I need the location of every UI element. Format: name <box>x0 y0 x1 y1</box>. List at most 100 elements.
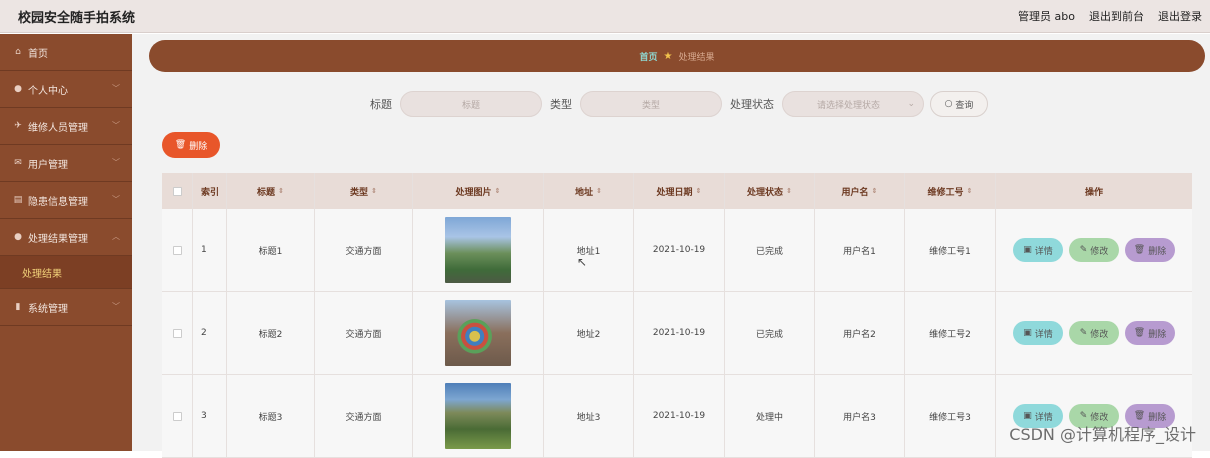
mouse-cursor-icon: ↖ <box>577 255 587 269</box>
admin-user-label: 管理员 abo <box>1018 8 1075 24</box>
trash-icon: 🗑 <box>1134 411 1145 421</box>
sidebar-item-system[interactable]: ▮系统管理﹀ <box>0 289 132 326</box>
trash-icon: 🗑 <box>1134 328 1145 338</box>
select-all-checkbox[interactable] <box>173 187 182 196</box>
sort-icon: ⇕ <box>872 187 878 195</box>
detail-icon: ▣ <box>1023 411 1032 421</box>
sidebar-item-hazards[interactable]: ▤隐患信息管理﹀ <box>0 182 132 219</box>
row-date: 2021-10-19 <box>634 292 725 374</box>
row-address: 地址1 <box>544 209 634 291</box>
search-icon: ○ <box>945 99 953 109</box>
main-content: 首页 ★ 处理结果 标题 标题 类型 类型 处理状态 请选择处理状态 ⌄ ○ 查… <box>132 34 1210 451</box>
chevron-down-icon: ﹀ <box>112 157 120 168</box>
header-index: 索引 <box>193 173 227 209</box>
top-nav: 管理员 abo 退出到前台 退出登录 <box>1018 8 1202 24</box>
row-user: 用户名3 <box>815 375 905 457</box>
sort-icon: ⇕ <box>278 187 284 195</box>
edit-icon: ✎ <box>1080 245 1088 255</box>
sort-icon: ⇕ <box>495 187 501 195</box>
breadcrumb: 首页 ★ 处理结果 <box>149 40 1205 72</box>
row-index: 1 <box>193 209 227 291</box>
table-row: 2 标题2 交通方面 地址2 2021-10-19 已完成 用户名2 维修工号2… <box>162 292 1192 375</box>
breadcrumb-home[interactable]: 首页 <box>640 50 658 63</box>
result-photo[interactable] <box>445 300 511 366</box>
edit-icon: ✎ <box>1080 411 1088 421</box>
header-status[interactable]: 处理状态⇕ <box>725 173 815 209</box>
sidebar: ⌂首页 ●个人中心﹀ ✈维修人员管理﹀ ✉用户管理﹀ ▤隐患信息管理﹀ ●处理结… <box>0 34 132 451</box>
search-bar: 标题 标题 类型 类型 处理状态 请选择处理状态 ⌄ ○ 查询 <box>368 91 988 117</box>
wrench-icon: ✈ <box>12 121 24 131</box>
document-icon: ▤ <box>12 195 24 205</box>
row-index: 3 <box>193 375 227 457</box>
chevron-down-icon: ﹀ <box>112 301 120 312</box>
header-date[interactable]: 处理日期⇕ <box>634 173 725 209</box>
status-select[interactable]: 请选择处理状态 ⌄ <box>782 91 924 117</box>
sort-icon: ⇕ <box>596 187 602 195</box>
chevron-down-icon: ﹀ <box>112 120 120 131</box>
sidebar-item-workers[interactable]: ✈维修人员管理﹀ <box>0 108 132 145</box>
sidebar-item-profile[interactable]: ●个人中心﹀ <box>0 71 132 108</box>
row-checkbox[interactable] <box>173 412 182 421</box>
row-worker: 维修工号3 <box>905 375 996 457</box>
watermark: CSDN @计算机程序_设计 <box>1009 421 1196 445</box>
edit-button[interactable]: ✎修改 <box>1069 321 1119 345</box>
query-button-label: 查询 <box>955 98 973 111</box>
sidebar-item-label: 系统管理 <box>28 300 68 315</box>
row-address: 地址3 <box>544 375 634 457</box>
result-photo[interactable] <box>445 217 511 283</box>
header-address[interactable]: 地址⇕ <box>544 173 634 209</box>
query-button[interactable]: ○ 查询 <box>930 91 988 117</box>
sort-icon: ⇕ <box>371 187 377 195</box>
header-user[interactable]: 用户名⇕ <box>815 173 905 209</box>
row-worker: 维修工号1 <box>905 209 996 291</box>
sidebar-item-users[interactable]: ✉用户管理﹀ <box>0 145 132 182</box>
row-date: 2021-10-19 <box>634 375 725 457</box>
sidebar-item-label: 用户管理 <box>28 156 68 171</box>
person-icon: ● <box>12 232 24 242</box>
app-title: 校园安全随手拍系统 <box>18 7 135 26</box>
table-header: 索引 标题⇕ 类型⇕ 处理图片⇕ 地址⇕ 处理日期⇕ 处理状态⇕ 用户名⇕ 维修… <box>162 173 1192 209</box>
title-label: 标题 <box>370 96 392 112</box>
row-address: 地址2 <box>544 292 634 374</box>
bulk-delete-label: 删除 <box>189 139 207 152</box>
result-photo[interactable] <box>445 383 511 449</box>
sidebar-item-label: 处理结果管理 <box>28 230 88 245</box>
row-checkbox[interactable] <box>173 329 182 338</box>
sort-icon: ⇕ <box>786 187 792 195</box>
row-index: 2 <box>193 292 227 374</box>
type-input[interactable]: 类型 <box>580 91 722 117</box>
row-user: 用户名2 <box>815 292 905 374</box>
delete-button[interactable]: 🗑删除 <box>1125 321 1175 345</box>
table-row: 3 标题3 交通方面 地址3 2021-10-19 处理中 用户名3 维修工号3… <box>162 375 1192 458</box>
table-row: 1 标题1 交通方面 地址1 2021-10-19 已完成 用户名1 维修工号1… <box>162 209 1192 292</box>
sidebar-item-results[interactable]: ●处理结果管理︿ <box>0 219 132 256</box>
row-title: 标题2 <box>227 292 315 374</box>
row-type: 交通方面 <box>315 375 413 457</box>
header-type[interactable]: 类型⇕ <box>315 173 413 209</box>
delete-button[interactable]: 🗑删除 <box>1125 238 1175 262</box>
sidebar-item-home[interactable]: ⌂首页 <box>0 34 132 71</box>
detail-button[interactable]: ▣详情 <box>1013 238 1063 262</box>
edit-icon: ✎ <box>1080 328 1088 338</box>
row-date: 2021-10-19 <box>634 209 725 291</box>
sidebar-subitem-results[interactable]: 处理结果 <box>0 256 132 289</box>
type-label: 类型 <box>550 96 572 112</box>
header-image[interactable]: 处理图片⇕ <box>413 173 544 209</box>
go-frontend-link[interactable]: 退出到前台 <box>1089 8 1144 24</box>
row-checkbox[interactable] <box>173 246 182 255</box>
sort-icon: ⇕ <box>967 187 973 195</box>
row-status: 处理中 <box>725 375 815 457</box>
sort-icon: ⇕ <box>696 187 702 195</box>
row-status: 已完成 <box>725 209 815 291</box>
logout-link[interactable]: 退出登录 <box>1158 8 1202 24</box>
title-input[interactable]: 标题 <box>400 91 542 117</box>
header-title[interactable]: 标题⇕ <box>227 173 315 209</box>
trash-icon: 🗑 <box>175 140 186 150</box>
detail-button[interactable]: ▣详情 <box>1013 321 1063 345</box>
bulk-delete-button[interactable]: 🗑 删除 <box>162 132 220 158</box>
top-bar: 校园安全随手拍系统 管理员 abo 退出到前台 退出登录 <box>0 0 1210 33</box>
header-worker[interactable]: 维修工号⇕ <box>905 173 996 209</box>
header-actions: 操作 <box>996 173 1192 209</box>
detail-icon: ▣ <box>1023 328 1032 338</box>
edit-button[interactable]: ✎修改 <box>1069 238 1119 262</box>
